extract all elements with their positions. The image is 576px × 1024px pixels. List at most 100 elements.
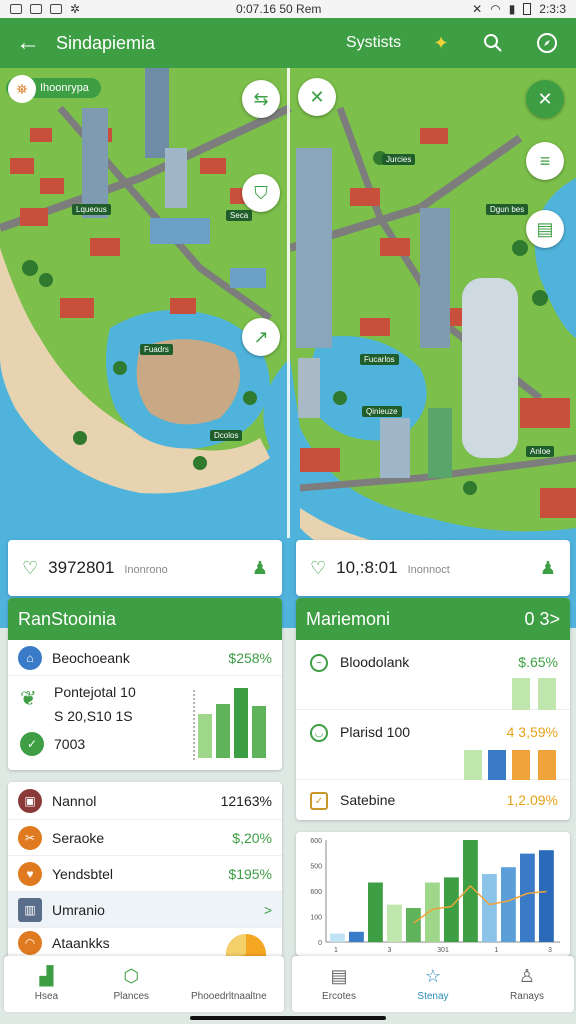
star-icon: ☆ [424, 966, 442, 986]
list-item-label: Umranio [52, 901, 105, 918]
image-icon [30, 4, 42, 14]
list-item[interactable]: ⌂ Beochoeank $258% [8, 640, 282, 676]
list-item-amount: $258% [228, 649, 272, 666]
attraction-icon: ◠ [18, 931, 42, 955]
map-location-badge[interactable]: ⛯ Ihoonrypa [6, 75, 101, 103]
list-item[interactable]: ♥ Yendsbtel $195% [8, 856, 282, 892]
chart-bar[interactable] [349, 931, 364, 942]
person-icon[interactable]: ♟ [540, 558, 556, 579]
bag-icon[interactable]: ⛉ [242, 174, 280, 212]
mini-bar [512, 678, 530, 710]
nav-label: Plances [113, 991, 150, 1002]
document-icon: ▤ [330, 966, 348, 986]
nav-item-reports[interactable]: ▤ Ercotes [292, 956, 386, 1012]
nav-label: Ranays [510, 991, 544, 1002]
person-icon[interactable]: ♟ [252, 558, 268, 579]
map-label[interactable]: Anloe [526, 446, 555, 457]
x-tick-label: 1 [495, 947, 499, 954]
battery-icon [523, 3, 532, 15]
chart-bar[interactable] [501, 867, 516, 942]
clipboard-icon[interactable]: ▤ [526, 210, 564, 248]
mute-icon: ✕ [472, 2, 483, 16]
wifi-icon: ◠ [490, 2, 501, 16]
list-item[interactable]: ▣ Nannol 12163% [8, 782, 282, 820]
map-label[interactable]: Lqueous [72, 204, 111, 215]
map-label[interactable]: Seca [226, 210, 253, 221]
nav-label: Phooedrltnaaltne [191, 991, 267, 1002]
right-panel-title: Mariemoni [306, 608, 391, 629]
bar-chart[interactable]: 600 500 600 100 0 1 3 301 1 3 [296, 832, 570, 956]
map-label[interactable]: Jurcies [382, 154, 416, 165]
signal-icon: ▮ [508, 2, 516, 16]
chart-bar[interactable] [406, 908, 421, 942]
calendar-icon: ✓ [310, 792, 328, 810]
chart-bar[interactable] [444, 877, 459, 942]
nav-item-home[interactable]: ▟ Hsea [4, 956, 89, 1012]
status-time: 0:07.16 50 Rem [236, 2, 322, 16]
page-title: Sindapiemia [56, 32, 156, 53]
left-panel-header[interactable]: RanStooinia [8, 598, 282, 640]
map-label[interactable]: Fuadrs [140, 344, 173, 355]
app-subtitle[interactable]: Systists [346, 34, 401, 52]
chevron-right-icon[interactable]: > [264, 902, 272, 918]
right-stats-panel: Mariemoni 0 3> − Bloodolank $.65% ◡ Plar… [296, 598, 570, 820]
status-right-icons: ✕ ◠ ▮ 2:3:3 [472, 2, 566, 16]
list-item-amount: 4 3,59% [506, 724, 558, 740]
building-icon: ▥ [18, 897, 42, 922]
chart-bar[interactable] [387, 904, 402, 942]
route-icon[interactable]: ⇆ [242, 80, 280, 118]
home-indicator[interactable] [190, 1016, 386, 1020]
map-label[interactable]: Dcolos [210, 430, 243, 441]
list-item[interactable]: − Bloodolank $.65% [296, 640, 570, 710]
chart-bar[interactable] [539, 850, 554, 942]
layers-icon[interactable]: ✕ [526, 80, 564, 118]
nav-label: Stenay [417, 991, 449, 1002]
minus-icon: − [310, 654, 328, 672]
x-tick-label: 3 [548, 947, 552, 954]
x-tick-label: 3 [388, 947, 392, 954]
list-item[interactable]: ✂ Seraoke $,20% [8, 820, 282, 856]
y-tick-label: 500 [310, 864, 322, 871]
chart-bar[interactable] [330, 933, 345, 943]
profile-icon: ♙ [518, 966, 536, 986]
list-item-amount: 1,2.09% [506, 792, 558, 808]
search-icon[interactable] [480, 30, 506, 56]
gallery-icon [10, 4, 22, 14]
left-search-field[interactable]: ♡ 3972801 Inonrono ♟ [8, 540, 282, 596]
back-arrow-icon[interactable]: ← [0, 18, 56, 68]
list-item-label: Plarisd 100 [340, 724, 411, 740]
y-tick-label: 100 [310, 915, 322, 922]
chart-bar[interactable] [520, 853, 535, 942]
nav-item-profile[interactable]: ♙ Ranays [480, 956, 574, 1012]
stat-value: S 20,S10 1S [54, 708, 133, 724]
mini-bar [488, 750, 506, 780]
right-panel-header[interactable]: Mariemoni 0 3> [296, 598, 570, 640]
map-label[interactable]: Fucarlos [360, 354, 399, 365]
nav-item-study[interactable]: ☆ Stenay [386, 956, 480, 1012]
trend-icon[interactable]: ↗ [242, 318, 280, 356]
compass-icon[interactable] [534, 30, 560, 56]
map-label[interactable]: Dgun bes [486, 204, 529, 215]
y-tick-label: 600 [310, 889, 322, 896]
map-split-divider[interactable] [287, 68, 290, 538]
right-chart-card: 600 500 600 100 0 1 3 301 1 3 [296, 832, 570, 956]
right-search-field[interactable]: ♡ 10,:8:01 Inonnoct ♟ [296, 540, 570, 596]
nav-item-places[interactable]: ⬡ Plances [89, 956, 174, 1012]
list-item-amount: 12163% [220, 792, 272, 809]
nav-item-stats[interactable]: ● Phooedrltnaaltne [174, 956, 284, 1012]
chart-bar[interactable] [368, 882, 383, 943]
tools-icon[interactable]: ✕ [298, 78, 336, 116]
list-item-selected[interactable]: ▥ Umranio > [8, 892, 282, 928]
mini-bar [538, 678, 556, 710]
list-item[interactable]: ◡ Plarisd 100 4 3,59% [296, 710, 570, 780]
mini-bar [512, 750, 530, 780]
list-item-amount: $.65% [518, 654, 558, 670]
status-bar: ✲ 0:07.16 50 Rem ✕ ◠ ▮ 2:3:3 [0, 0, 576, 18]
right-search-unit: Inonnoct [407, 564, 450, 576]
chart-bar[interactable] [482, 874, 497, 942]
menu-icon[interactable]: ≡ [526, 142, 564, 180]
sparkle-icon[interactable]: ✦ [428, 30, 454, 56]
pie-chart[interactable] [224, 932, 268, 958]
map-label[interactable]: Qinieuze [362, 406, 402, 417]
list-item[interactable]: ✓ Satebine 1,2.09% [296, 780, 570, 820]
